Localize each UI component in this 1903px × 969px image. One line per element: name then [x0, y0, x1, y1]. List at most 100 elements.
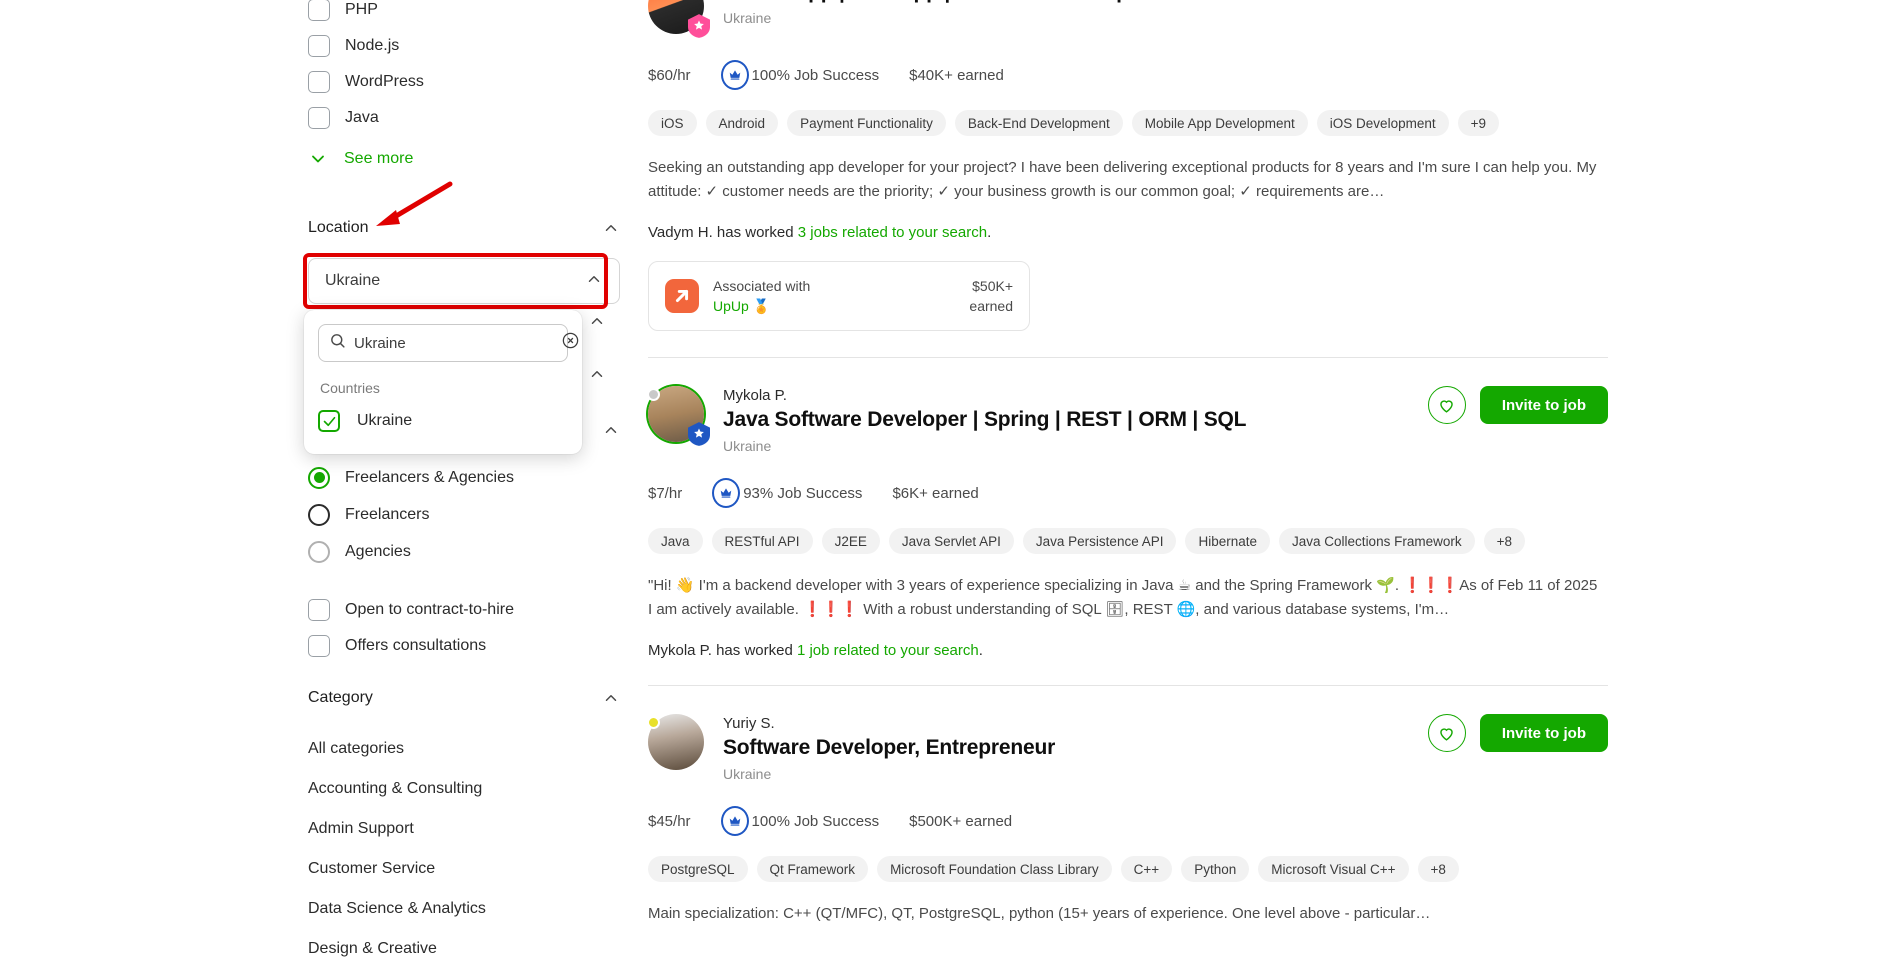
- skill-tag[interactable]: PostgreSQL: [648, 856, 748, 882]
- avatar[interactable]: [647, 714, 708, 774]
- radio-agencies[interactable]: Agencies: [308, 533, 620, 570]
- skill-tag[interactable]: Java Servlet API: [888, 528, 1014, 554]
- total-earned: $6K+ earned: [892, 484, 979, 502]
- location-select[interactable]: Ukraine: [308, 258, 620, 304]
- skill-tag[interactable]: Qt Framework: [756, 856, 869, 882]
- freelancer-title[interactable]: Java Software Developer | Spring | REST …: [723, 406, 1246, 434]
- skill-tag-more[interactable]: +8: [1483, 528, 1525, 554]
- save-freelancer-button[interactable]: [1427, 386, 1466, 424]
- invite-to-job-button[interactable]: Invite to job: [1479, 386, 1608, 424]
- radio-freelancers-and-agencies[interactable]: Freelancers & Agencies: [308, 459, 620, 496]
- checkbox-checked-icon[interactable]: [318, 410, 340, 432]
- avatar[interactable]: [647, 386, 710, 446]
- category-item-admin-support[interactable]: Admin Support: [308, 809, 620, 849]
- skill-tag[interactable]: Android: [705, 110, 779, 136]
- skill-tag[interactable]: Mobile App Development: [1131, 110, 1308, 136]
- skill-checkbox-java[interactable]: Java: [308, 100, 620, 136]
- job-success-stat: 100% Job Success: [720, 60, 879, 90]
- chevron-up-icon[interactable]: [585, 270, 603, 293]
- invite-to-job-button[interactable]: Invite to job: [1479, 714, 1608, 752]
- skill-checkbox-nodejs[interactable]: Node.js: [308, 28, 620, 64]
- chevron-up-icon[interactable]: [602, 219, 620, 237]
- radio-label: Freelancers & Agencies: [345, 468, 514, 486]
- collapsed-section-chevron[interactable]: [588, 312, 606, 335]
- category-item-design-creative[interactable]: Design & Creative: [308, 929, 620, 969]
- skill-tag[interactable]: Java: [648, 528, 703, 554]
- skill-tag[interactable]: Hibernate: [1185, 528, 1271, 554]
- radio-freelancers[interactable]: Freelancers: [308, 496, 620, 533]
- skill-tag-more[interactable]: +9: [1457, 110, 1500, 136]
- total-earned: $500K+ earned: [909, 812, 1013, 830]
- checkbox-icon[interactable]: [308, 635, 330, 657]
- chevron-up-icon[interactable]: [602, 689, 620, 707]
- related-jobs-prefix: Mykola P. has worked: [648, 642, 797, 659]
- skill-tag[interactable]: Back-End Development: [954, 110, 1123, 136]
- location-selected-value: Ukraine: [325, 272, 381, 289]
- card-identity: Yuriy S. Software Developer, Entrepreneu…: [723, 714, 1055, 784]
- skill-tag[interactable]: C++: [1120, 856, 1173, 882]
- country-search-box[interactable]: [318, 324, 579, 362]
- chevron-up-icon[interactable]: [602, 421, 620, 439]
- radio-selected-icon[interactable]: [308, 466, 330, 489]
- category-item-accounting-consulting[interactable]: Accounting & Consulting: [308, 769, 620, 809]
- countries-group-label: Countries: [320, 380, 380, 396]
- total-earned: $40K+ earned: [909, 66, 1004, 84]
- associated-agency-text: Associated with UpUp 🏅: [713, 276, 810, 316]
- skill-tag[interactable]: Java Collections Framework: [1279, 528, 1475, 554]
- collapsed-section-chevron[interactable]: [588, 365, 606, 388]
- skill-checkbox-wordpress[interactable]: WordPress: [308, 64, 620, 100]
- skill-checkbox-php[interactable]: PHP: [308, 0, 620, 28]
- checkbox-open-to-contract-to-hire[interactable]: Open to contract-to-hire: [308, 592, 620, 628]
- skill-tag[interactable]: RESTful API: [711, 528, 813, 554]
- rising-talent-badge-icon: [688, 14, 710, 38]
- category-item-data-science-analytics[interactable]: Data Science & Analytics: [308, 889, 620, 929]
- checkbox-icon[interactable]: [308, 107, 330, 129]
- category-filter: Category All categories Accounting & Con…: [308, 683, 620, 969]
- radio-icon[interactable]: [308, 503, 330, 526]
- checkbox-icon[interactable]: [308, 35, 330, 57]
- category-item-all-categories[interactable]: All categories: [308, 729, 620, 769]
- related-jobs-link[interactable]: 1 job related to your search: [797, 642, 979, 659]
- skill-tag[interactable]: Payment Functionality: [787, 110, 946, 136]
- hourly-rate: $45/hr: [648, 812, 691, 830]
- category-label: Design & Creative: [308, 940, 437, 957]
- related-jobs-suffix: .: [987, 224, 992, 241]
- freelancer-name[interactable]: Yuriy S.: [723, 714, 1055, 734]
- freelancer-name[interactable]: Mykola P.: [723, 386, 1246, 406]
- skill-tag[interactable]: iOS: [648, 110, 697, 136]
- skill-tag[interactable]: Python: [1181, 856, 1250, 882]
- skill-tag[interactable]: Microsoft Foundation Class Library: [877, 856, 1112, 882]
- radio-icon[interactable]: [308, 540, 330, 563]
- skill-tag[interactable]: J2EE: [821, 528, 880, 554]
- skill-tag[interactable]: Microsoft Visual C++: [1258, 856, 1409, 882]
- avatar[interactable]: [648, 0, 710, 38]
- freelancer-title[interactable]: Mobile App | Web App | Software Develope…: [723, 0, 1148, 6]
- see-more-skills-button[interactable]: See more: [308, 140, 620, 178]
- category-item-customer-service[interactable]: Customer Service: [308, 849, 620, 889]
- freelancer-title[interactable]: Software Developer, Entrepreneur: [723, 734, 1055, 762]
- skill-tag[interactable]: iOS Development: [1316, 110, 1449, 136]
- freelancer-location: Ukraine: [723, 438, 772, 454]
- related-jobs-line: Mykola P. has worked 1 job related to yo…: [648, 642, 1608, 659]
- related-jobs-link[interactable]: 3 jobs related to your search: [798, 224, 987, 241]
- availability-status-dot: [647, 388, 660, 401]
- skill-label: Node.js: [345, 37, 400, 54]
- category-section-header[interactable]: Category: [308, 683, 620, 713]
- skill-tag[interactable]: Java Persistence API: [1022, 528, 1177, 554]
- top-rated-icon: [712, 478, 741, 508]
- checkbox-icon[interactable]: [308, 599, 330, 621]
- skill-tag-more[interactable]: +8: [1417, 856, 1459, 882]
- agency-earnings: $50K+ earned: [969, 276, 1013, 316]
- save-freelancer-button[interactable]: [1427, 714, 1466, 752]
- checkbox-icon[interactable]: [308, 71, 330, 93]
- country-option-ukraine[interactable]: Ukraine: [318, 406, 568, 436]
- country-search-input[interactable]: [346, 334, 561, 352]
- checkbox-icon[interactable]: [308, 0, 330, 21]
- agency-name[interactable]: UpUp 🏅: [713, 296, 810, 316]
- associated-agency-box[interactable]: Associated with UpUp 🏅 $50K+ earned: [648, 261, 1030, 331]
- job-success-stat: 100% Job Success: [720, 806, 879, 836]
- location-section-header[interactable]: Location: [308, 206, 620, 250]
- location-filter: Location Ukraine Ukraine Countries Ukrai…: [303, 190, 620, 454]
- clear-search-icon[interactable]: [561, 331, 580, 355]
- checkbox-offers-consultations[interactable]: Offers consultations: [308, 628, 620, 664]
